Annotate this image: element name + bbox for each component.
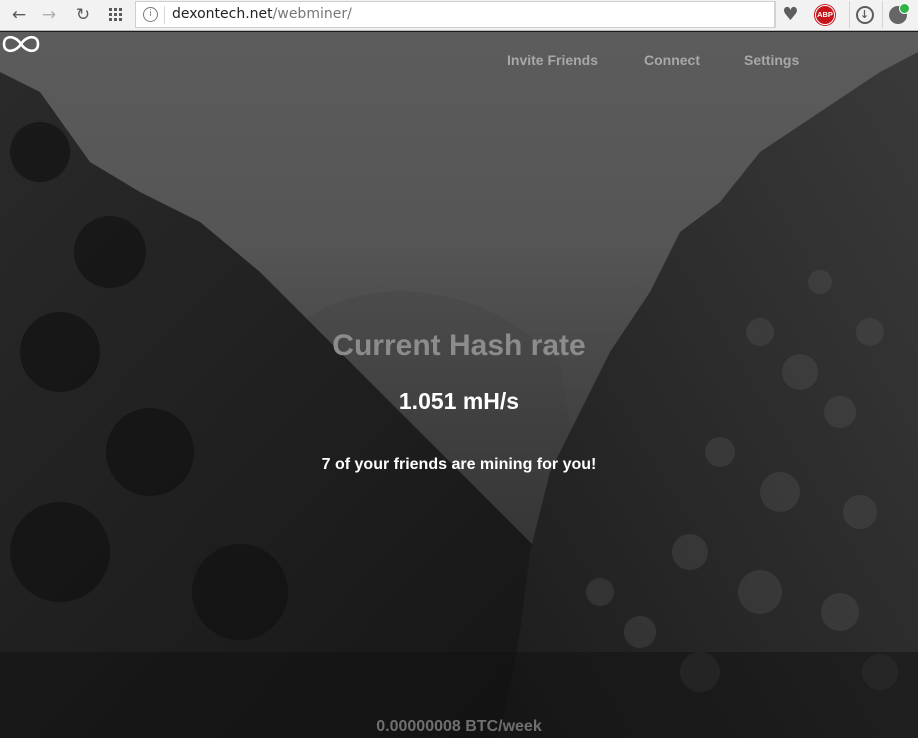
back-arrow-icon[interactable]: ←: [7, 3, 31, 27]
nav-settings[interactable]: Settings: [744, 52, 799, 68]
extension-button[interactable]: [882, 1, 912, 28]
heart-icon: ♥: [782, 4, 799, 25]
reload-icon[interactable]: ↻: [71, 3, 95, 27]
adblock-plus-icon: ABP: [815, 4, 835, 25]
adblock-button[interactable]: ABP: [810, 1, 840, 28]
extension-icon: [888, 2, 910, 24]
url-divider: [164, 6, 165, 24]
infinity-icon[interactable]: [0, 32, 42, 56]
nav-connect[interactable]: Connect: [644, 52, 700, 68]
apps-grid-icon[interactable]: [104, 3, 128, 27]
nav-invite-friends[interactable]: Invite Friends: [507, 52, 598, 68]
btc-earnings: 0.00000008 BTC/week: [376, 718, 542, 735]
url-text[interactable]: dexontech.net/webminer/: [172, 6, 352, 22]
url-domain: dexontech.net: [172, 6, 273, 22]
hash-rate-heading: Current Hash rate: [332, 329, 586, 362]
bookmark-button[interactable]: ♥: [775, 1, 805, 28]
friends-mining-text: 7 of your friends are mining for you!: [321, 456, 597, 473]
site-info-icon[interactable]: i: [143, 7, 158, 22]
hash-rate-value: 1.051 mH/s: [398, 388, 520, 414]
forward-arrow-icon[interactable]: →: [37, 3, 61, 27]
download-button[interactable]: ↓: [849, 1, 879, 28]
url-path: /webminer/: [272, 6, 352, 22]
mountain-background: [0, 52, 918, 738]
adblock-label: ABP: [817, 10, 833, 19]
hero-section: Invite Friends Connect Settings Current …: [0, 32, 918, 738]
download-icon: ↓: [855, 5, 874, 24]
address-bar[interactable]: i dexontech.net/webminer/: [135, 1, 775, 28]
browser-toolbar: ← → ↻ i dexontech.net/webminer/ ♥ ABP ↓: [0, 0, 918, 31]
